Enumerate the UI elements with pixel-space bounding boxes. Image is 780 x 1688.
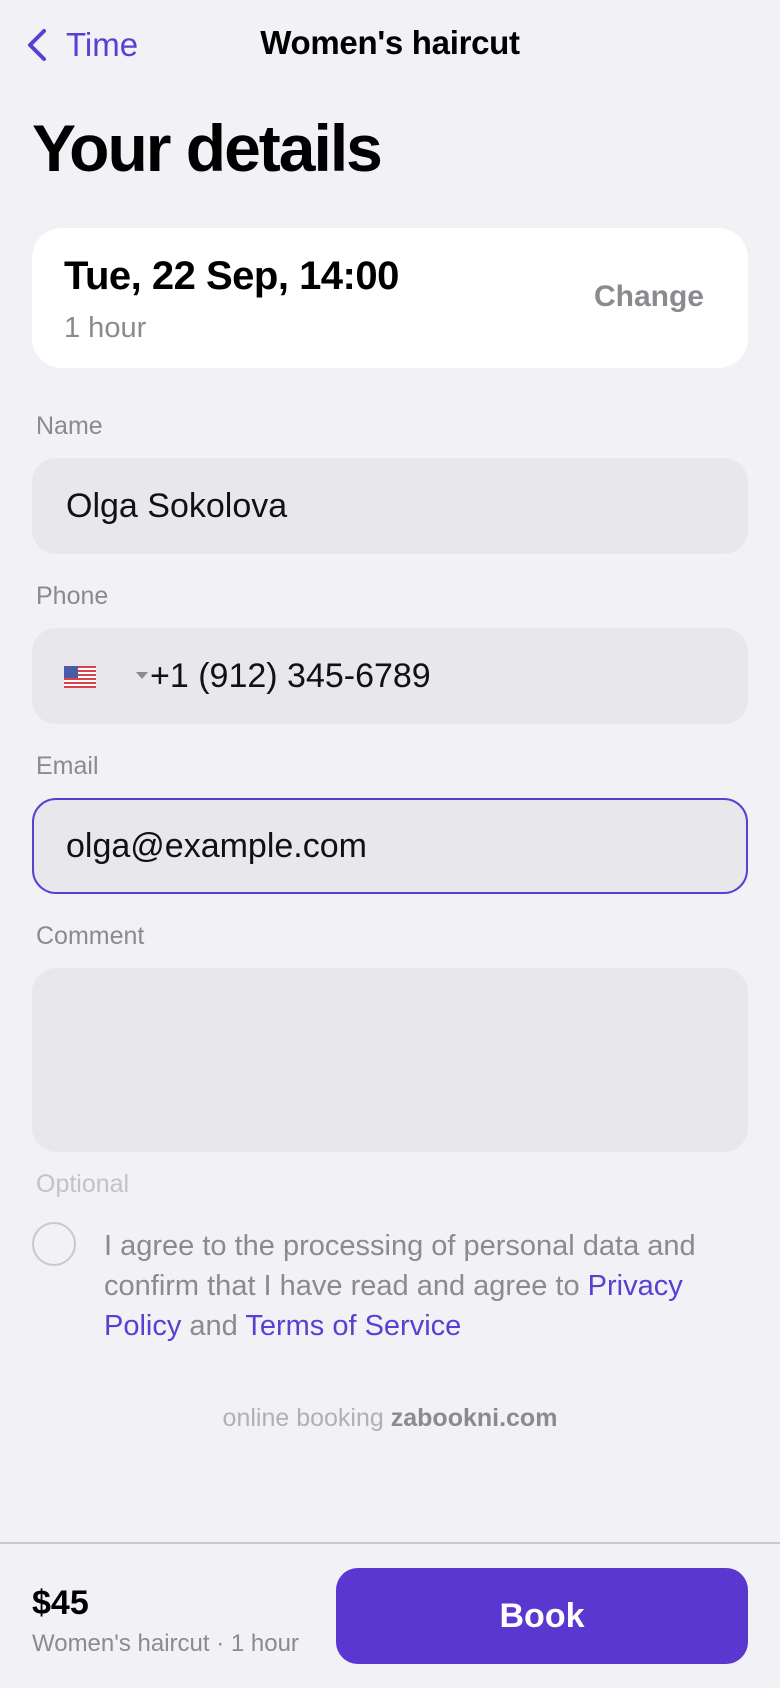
comment-hint: Optional xyxy=(36,1170,130,1198)
navigation-bar: Time Women's haircut xyxy=(0,0,780,90)
page-title: Your details xyxy=(32,111,383,185)
appointment-duration: 1 hour xyxy=(64,312,147,344)
phone-label: Phone xyxy=(36,582,109,610)
powered-by-prefix: online booking xyxy=(222,1404,391,1432)
phone-value: +1 (912) 345-6789 xyxy=(150,656,431,695)
bottom-bar: $45 Women's haircut · 1 hour Book xyxy=(0,1542,780,1688)
terms-of-service-link[interactable]: Terms of Service xyxy=(245,1310,461,1342)
appointment-date-time: Tue, 22 Sep, 14:00 xyxy=(64,254,399,298)
chevron-down-icon[interactable] xyxy=(136,672,148,679)
email-label: Email xyxy=(36,752,99,780)
name-label: Name xyxy=(36,412,103,440)
name-value: Olga Sokolova xyxy=(66,486,288,525)
price: $45 xyxy=(32,1584,89,1622)
powered-by-brand[interactable]: zabookni.com xyxy=(391,1404,558,1432)
email-field[interactable]: olga@example.com xyxy=(32,798,748,894)
nav-title: Women's haircut xyxy=(260,24,520,61)
consent-text: I agree to the processing of personal da… xyxy=(104,1226,744,1346)
booking-summary: Women's haircut · 1 hour xyxy=(32,1630,299,1657)
email-value: olga@example.com xyxy=(66,826,367,865)
name-field[interactable]: Olga Sokolova xyxy=(32,458,748,554)
phone-field[interactable]: +1 (912) 345-6789 xyxy=(32,628,748,724)
book-button[interactable]: Book xyxy=(336,1568,748,1664)
change-button[interactable]: Change xyxy=(594,280,704,314)
us-flag-icon[interactable] xyxy=(64,666,96,688)
powered-by: online booking zabookni.com xyxy=(0,1404,780,1433)
consent-checkbox[interactable] xyxy=(32,1222,76,1266)
consent-text-and: and xyxy=(181,1310,246,1342)
appointment-card: Tue, 22 Sep, 14:00 1 hour Change xyxy=(32,228,748,368)
comment-field[interactable] xyxy=(32,968,748,1152)
comment-label: Comment xyxy=(36,922,145,950)
